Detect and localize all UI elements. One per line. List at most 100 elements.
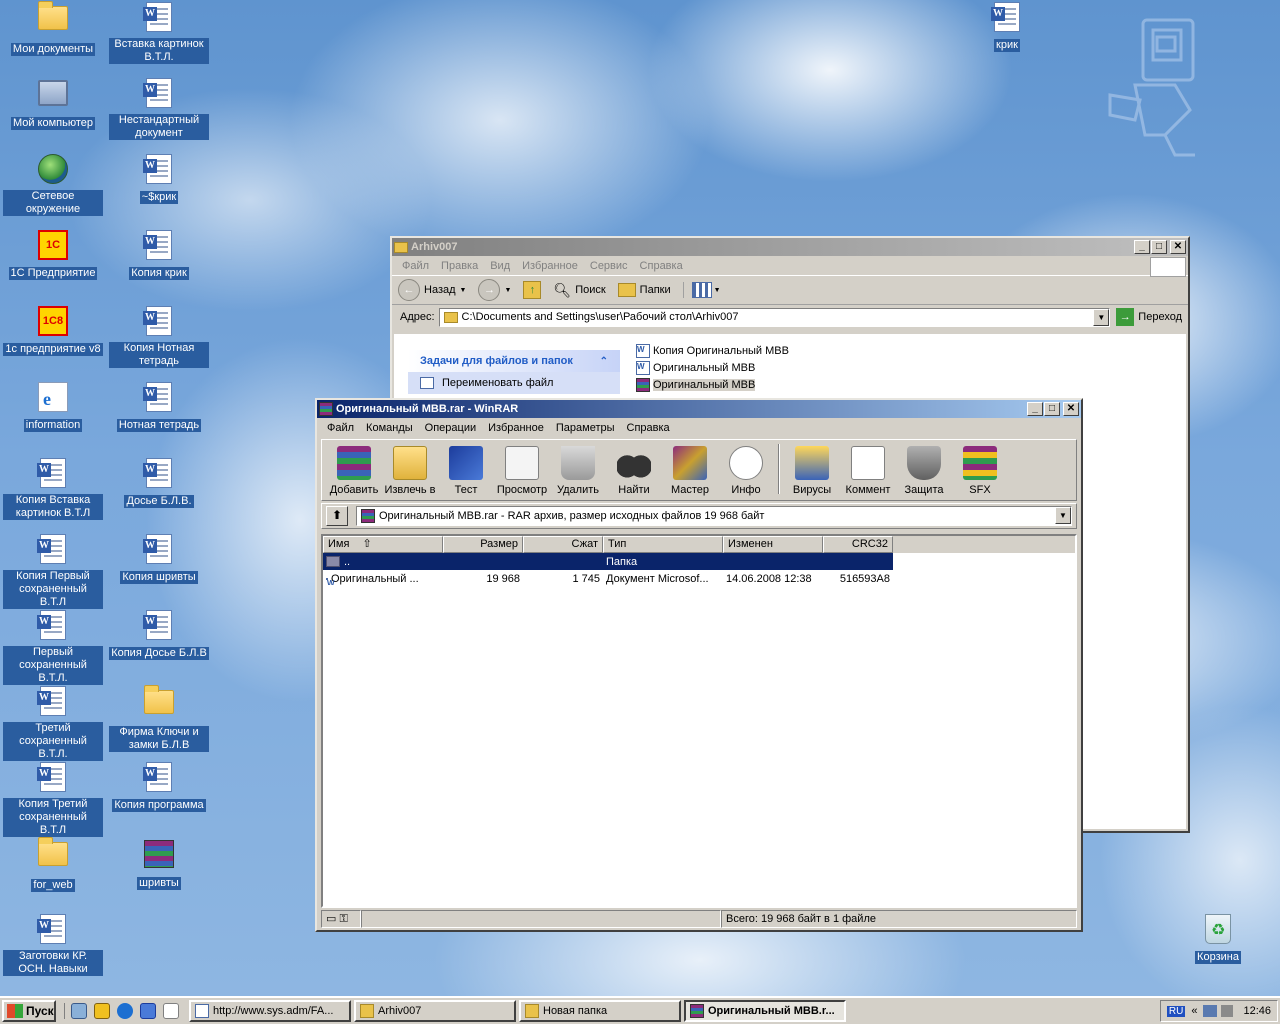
- close-button[interactable]: ✕: [1170, 240, 1186, 254]
- file-item[interactable]: Оригинальный МВВ: [636, 359, 789, 376]
- search-button[interactable]: 🔍︎ Поиск: [553, 282, 605, 299]
- wizard-button[interactable]: Мастер: [662, 446, 718, 496]
- column-header-type[interactable]: Тип: [603, 536, 723, 553]
- desktop-icon-1c[interactable]: 1С 1С Предприятие: [0, 230, 106, 280]
- desktop-icon-doc[interactable]: W Копия Досье Б.Л.В: [106, 610, 212, 660]
- views-button[interactable]: ▼: [682, 282, 721, 298]
- tray-expand-icon[interactable]: «: [1191, 1005, 1197, 1017]
- task-panel-header[interactable]: Задачи для файлов и папок ⌃: [408, 350, 620, 372]
- column-header-name[interactable]: Имя ⇧: [323, 536, 443, 553]
- menu-favorites[interactable]: Избранное: [482, 422, 550, 434]
- sfx-button[interactable]: SFX: [952, 446, 1008, 496]
- column-header-crc32[interactable]: CRC32: [823, 536, 893, 553]
- desktop-icon-doc[interactable]: W Копия Нотная тетрадь: [106, 306, 212, 368]
- taskbar-task-arhiv007[interactable]: Arhiv007: [354, 1000, 516, 1022]
- winrar-window[interactable]: Оригинальный МВВ.rar - WinRAR _ □ ✕ Файл…: [315, 398, 1083, 932]
- folders-button[interactable]: Папки: [617, 283, 671, 297]
- desktop-icon-1c-v8[interactable]: 1С8 1с предприятие v8: [0, 306, 106, 356]
- taskbar-task-new-folder[interactable]: Новая папка: [519, 1000, 681, 1022]
- minimize-button[interactable]: _: [1027, 402, 1043, 416]
- info-button[interactable]: Инфо: [718, 446, 774, 496]
- close-button[interactable]: ✕: [1063, 402, 1079, 416]
- column-header-size[interactable]: Размер: [443, 536, 523, 553]
- menu-help[interactable]: Справка: [621, 422, 676, 434]
- menu-file[interactable]: Файл: [396, 260, 435, 272]
- column-header-packed[interactable]: Сжат: [523, 536, 603, 553]
- up-folder-button[interactable]: ↑: [523, 281, 542, 299]
- archive-file-list[interactable]: Имя ⇧ Размер Сжат Тип Изменен CRC32 .. П…: [321, 534, 1077, 908]
- menu-favorites[interactable]: Избранное: [516, 260, 584, 272]
- desktop-icon-doc[interactable]: W Копия Вставка картинок В.Т.Л: [0, 458, 106, 520]
- desktop-icon-rar[interactable]: шривты: [106, 838, 212, 890]
- desktop-icon-doc[interactable]: W Копия шривты: [106, 534, 212, 584]
- desktop-icon-my-computer[interactable]: Мой компьютер: [0, 78, 106, 130]
- protect-button[interactable]: Защита: [896, 446, 952, 496]
- desktop-icon-doc[interactable]: W Копия Третий сохраненный В.Т.Л: [0, 762, 106, 837]
- table-row[interactable]: .. Папка: [323, 553, 893, 570]
- desktop-icon-doc[interactable]: W Заготовки КР. ОСН. Навыки: [0, 914, 106, 976]
- minimize-button[interactable]: _: [1134, 240, 1150, 254]
- start-button[interactable]: Пуск: [2, 1000, 56, 1022]
- archive-path-field[interactable]: Оригинальный МВВ.rar - RAR архив, размер…: [356, 506, 1072, 526]
- menu-options[interactable]: Параметры: [550, 422, 621, 434]
- desktop-icon-folder[interactable]: for_web: [0, 837, 106, 892]
- desktop-icon-doc[interactable]: W Нотная тетрадь: [106, 382, 212, 432]
- extract-button[interactable]: Извлечь в: [382, 446, 438, 496]
- clock[interactable]: 12:46: [1243, 1005, 1271, 1017]
- desktop-icon-doc[interactable]: W Копия Первый сохраненный В.Т.Л: [0, 534, 106, 609]
- desktop-icon-information[interactable]: e information: [0, 382, 106, 432]
- explorer-titlebar[interactable]: Arhiv007 _ □ ✕: [392, 238, 1188, 256]
- desktop-icon-folder[interactable]: Фирма Ключи и замки Б.Л.В: [106, 685, 212, 752]
- menu-view[interactable]: Вид: [484, 260, 516, 272]
- network-tray-icon[interactable]: [1203, 1005, 1218, 1017]
- find-button[interactable]: Найти: [606, 446, 662, 496]
- maximize-button[interactable]: □: [1151, 240, 1167, 254]
- go-button[interactable]: → Переход: [1116, 308, 1182, 326]
- menu-file[interactable]: Файл: [321, 422, 360, 434]
- address-dropdown-button[interactable]: ▼: [1093, 308, 1110, 326]
- maximize-button[interactable]: □: [1044, 402, 1060, 416]
- notepad-icon[interactable]: [163, 1003, 179, 1019]
- desktop-icon-doc[interactable]: W Первый сохраненный В.Т.Л.: [0, 610, 106, 685]
- column-header-modified[interactable]: Изменен: [723, 536, 823, 553]
- taskbar-task-browser[interactable]: http://www.sys.adm/FA...: [189, 1000, 351, 1022]
- edit-pencil-icon[interactable]: [94, 1003, 110, 1019]
- address-input[interactable]: C:\Documents and Settings\user\Рабочий с…: [438, 307, 1111, 327]
- task-rename-file[interactable]: Переименовать файл: [408, 372, 620, 394]
- desktop-icon-doc[interactable]: W ~$крик: [106, 154, 212, 204]
- file-item[interactable]: Оригинальный МВВ: [636, 376, 789, 393]
- menu-help[interactable]: Справка: [634, 260, 689, 272]
- table-row[interactable]: Оригинальный ... 19 968 1 745 Документ M…: [323, 570, 1075, 587]
- desktop-icon-doc[interactable]: W Вставка картинок В.Т.Л.: [106, 2, 212, 64]
- menu-commands[interactable]: Команды: [360, 422, 419, 434]
- delete-button[interactable]: Удалить: [550, 446, 606, 496]
- up-level-button[interactable]: ⬆: [326, 506, 348, 526]
- test-button[interactable]: Тест: [438, 446, 494, 496]
- virus-scan-button[interactable]: Вирусы: [784, 446, 840, 496]
- view-button[interactable]: Просмотр: [494, 446, 550, 496]
- path-dropdown-button[interactable]: ▼: [1055, 507, 1071, 524]
- menu-tools[interactable]: Сервис: [584, 260, 634, 272]
- volume-tray-icon[interactable]: [1221, 1005, 1234, 1017]
- collapse-chevron-icon[interactable]: ⌃: [600, 356, 608, 367]
- taskbar-task-winrar[interactable]: Оригинальный MBB.r...: [684, 1000, 846, 1022]
- desktop-icon-doc[interactable]: W Нестандартный документ: [106, 78, 212, 140]
- file-item[interactable]: Копия Оригинальный МВВ: [636, 342, 789, 359]
- forward-button[interactable]: → ▼: [478, 279, 511, 301]
- desktop-icon-doc[interactable]: W Копия крик: [106, 230, 212, 280]
- desktop-icon-doc[interactable]: W Копия программа: [106, 762, 212, 812]
- desktop-icon-doc[interactable]: W Третий сохраненный В.Т.Л.: [0, 686, 106, 761]
- comment-button[interactable]: Коммент: [840, 446, 896, 496]
- menu-operations[interactable]: Операции: [419, 422, 482, 434]
- winrar-titlebar[interactable]: Оригинальный МВВ.rar - WinRAR _ □ ✕: [317, 400, 1081, 418]
- desktop-icon-my-documents[interactable]: Мои документы: [0, 1, 106, 56]
- desktop-show-icon[interactable]: [71, 1003, 87, 1019]
- language-indicator[interactable]: RU: [1166, 1005, 1186, 1017]
- desktop-icon-recycle-bin[interactable]: Корзина: [1165, 914, 1271, 964]
- menu-edit[interactable]: Правка: [435, 260, 484, 272]
- back-button[interactable]: ← Назад ▼: [398, 279, 466, 301]
- ie-icon[interactable]: [117, 1003, 133, 1019]
- outlook-icon[interactable]: [140, 1003, 156, 1019]
- add-button[interactable]: Добавить: [326, 446, 382, 496]
- desktop-icon-krik[interactable]: W крик: [954, 2, 1060, 52]
